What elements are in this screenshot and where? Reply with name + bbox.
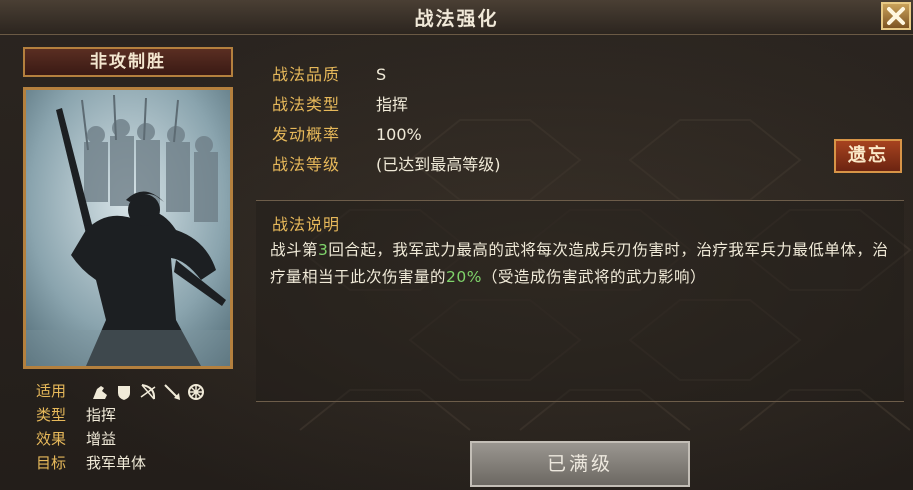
heal-percent: 20% [446, 268, 482, 286]
description-panel: 战法说明 战斗第3回合起，我军武力最高的武将每次造成兵刃伤害时，治疗我军兵力最低… [256, 200, 904, 402]
close-icon [887, 7, 905, 25]
cavalry-icon [91, 383, 109, 401]
level-value: (已达到最高等级) [376, 155, 501, 174]
description-part-1: 战斗第 [270, 241, 319, 259]
effect-label: 效果 [36, 430, 67, 448]
quality-value: S [376, 65, 387, 84]
quality-row: 战法品质 S [272, 63, 386, 87]
target-label: 目标 [36, 454, 67, 472]
bow-icon [139, 383, 157, 401]
quality-label: 战法品质 [272, 65, 341, 84]
type-row: 类型 指挥 [36, 404, 116, 426]
level-label: 战法等级 [272, 155, 341, 174]
level-row: 战法等级 (已达到最高等级) [272, 153, 501, 177]
type-value: 指挥 [86, 406, 117, 424]
forget-button[interactable]: 遗忘 [834, 139, 902, 173]
shield-icon [115, 383, 133, 401]
trigger-rate-row: 发动概率 100% [272, 123, 422, 147]
window-title: 战法强化 [414, 8, 499, 30]
description-part-3: （受造成伤害武将的武力影响） [481, 268, 706, 286]
title-bar: 战法强化 [0, 0, 913, 35]
target-row: 目标 我军单体 [36, 452, 146, 474]
tactic-type-label: 战法类型 [272, 95, 341, 114]
trigger-rate-value: 100% [376, 125, 422, 144]
spear-icon [163, 383, 181, 401]
round-number: 3 [318, 241, 329, 259]
type-label: 类型 [36, 406, 67, 424]
suit-row: 适用 [36, 380, 205, 402]
max-level-button: 已满级 [470, 441, 690, 487]
effect-row: 效果 增益 [36, 428, 116, 450]
tactic-name: 非攻制胜 [23, 47, 233, 77]
tactic-type-value: 指挥 [376, 95, 409, 114]
warrior-illustration [26, 90, 230, 366]
suit-label: 适用 [36, 382, 67, 400]
description-title: 战法说明 [272, 215, 341, 234]
description-text: 战斗第3回合起，我军武力最高的武将每次造成兵刃伤害时，治疗我军兵力最低单体，治疗… [270, 237, 896, 291]
target-value: 我军单体 [86, 454, 147, 472]
suit-icons [91, 383, 205, 401]
tactic-portrait [23, 87, 233, 369]
tactic-type-row: 战法类型 指挥 [272, 93, 408, 117]
effect-value: 增益 [86, 430, 117, 448]
close-button[interactable] [881, 2, 911, 30]
trigger-rate-label: 发动概率 [272, 125, 341, 144]
siege-wheel-icon [187, 383, 205, 401]
